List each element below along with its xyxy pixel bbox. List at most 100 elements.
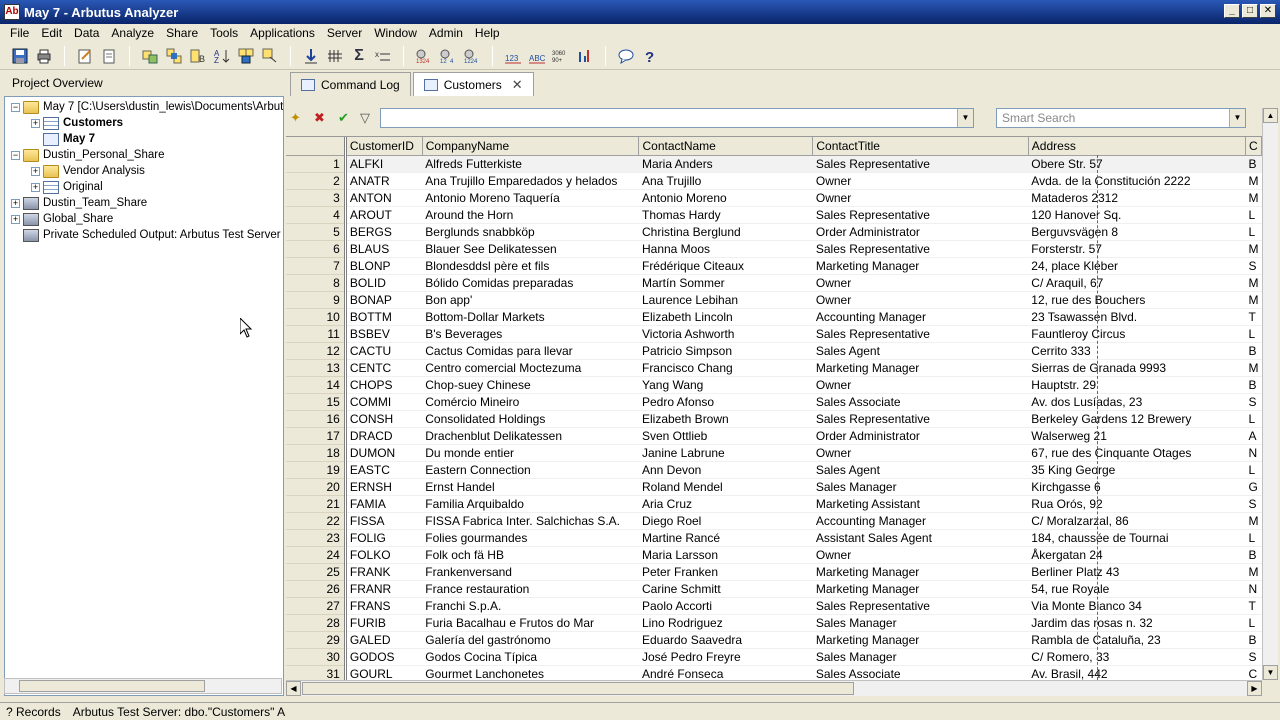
grid-cell[interactable]: Via Monte Bianco 34 — [1028, 597, 1246, 615]
scroll-left-icon[interactable]: ◀ — [286, 681, 301, 696]
tree-item-private-output[interactable]: Private Scheduled Output: Arbutus Test S… — [23, 227, 281, 243]
grid-cell[interactable]: BONAP — [345, 291, 423, 309]
grid-cell[interactable]: Yang Wang — [638, 376, 813, 394]
grid-cell[interactable]: Furia Bacalhau e Frutos do Mar — [422, 614, 639, 632]
menu-edit[interactable]: Edit — [35, 26, 68, 40]
grid-cell[interactable]: Marketing Manager — [812, 257, 1029, 275]
grid-cell[interactable]: Gourmet Lanchonetes — [422, 665, 639, 680]
duplicates-icon[interactable]: 1224 — [462, 46, 482, 66]
collapse-toggle[interactable]: − — [11, 150, 20, 160]
grid-cell[interactable]: Chop-suey Chinese — [422, 376, 639, 394]
tree-item-customers[interactable]: + Customers — [31, 115, 123, 131]
column-header[interactable]: ContactName — [638, 137, 814, 156]
grid-cell[interactable]: FOLKO — [345, 546, 423, 564]
table-row[interactable]: 9 BONAP Bon app' Laurence Lebihan Owner 12, r… — [286, 291, 1262, 309]
grid-cell[interactable]: Drachenblut Delikatessen — [422, 427, 639, 445]
grid-cell[interactable]: GOURL — [345, 665, 423, 680]
grid-cell[interactable]: 120 Hanover Sq. — [1028, 206, 1246, 224]
table-row[interactable]: 13 CENTC Centro comercial Moctezuma Francis… — [286, 359, 1262, 377]
row-number[interactable]: 7 — [286, 257, 347, 275]
table-row[interactable]: 29 GALED Galería del gastrónomo Eduardo Saa… — [286, 631, 1262, 649]
grid-cell[interactable]: B — [1245, 376, 1262, 394]
grid-cell[interactable]: B — [1245, 155, 1262, 173]
grid-cell[interactable]: Owner — [812, 546, 1029, 564]
grid-cell[interactable]: Janine Labrune — [638, 444, 813, 462]
menu-admin[interactable]: Admin — [423, 26, 469, 40]
filter-apply-icon[interactable]: ✔ — [338, 110, 349, 126]
row-number[interactable]: 5 — [286, 223, 347, 241]
grid-cell[interactable]: CENTC — [345, 359, 423, 377]
grid-cell[interactable]: L — [1245, 614, 1262, 632]
grid-cell[interactable]: Av. dos Lusíadas, 23 — [1028, 393, 1246, 411]
grid-cell[interactable]: Blauer See Delikatessen — [422, 240, 639, 258]
grid-cell[interactable]: BOLID — [345, 274, 423, 292]
menu-share[interactable]: Share — [160, 26, 204, 40]
grid-cell[interactable]: Ernst Handel — [422, 478, 639, 496]
grid-cell[interactable]: L — [1245, 410, 1262, 428]
grid-cell[interactable]: T — [1245, 308, 1262, 326]
close-button[interactable]: ✕ — [1260, 4, 1276, 18]
grid-cell[interactable]: ALFKI — [345, 155, 423, 173]
expand-toggle[interactable]: + — [31, 118, 40, 128]
grid-cell[interactable]: Av. Brasil, 442 — [1028, 665, 1246, 680]
grid-cell[interactable]: Maria Anders — [638, 155, 813, 173]
grid-cell[interactable]: Bólido Comidas preparadas — [422, 274, 639, 292]
grid-cell[interactable]: Bon app' — [422, 291, 639, 309]
join-icon[interactable] — [164, 46, 184, 66]
grid-cell[interactable]: Berkeley Gardens 12 Brewery — [1028, 410, 1246, 428]
grid-cell[interactable]: C/ Romero, 33 — [1028, 648, 1246, 666]
table-row[interactable]: 28 FURIB Furia Bacalhau e Frutos do Mar Lin… — [286, 614, 1262, 632]
row-number[interactable]: 26 — [286, 580, 347, 598]
row-number[interactable]: 6 — [286, 240, 347, 258]
grid-cell[interactable]: Owner — [812, 189, 1029, 207]
grid-cell[interactable]: Sales Representative — [812, 240, 1029, 258]
grid-cell[interactable]: Antonio Moreno Taquería — [422, 189, 639, 207]
filter-add-icon[interactable]: ✦ — [290, 110, 301, 126]
grid-cell[interactable]: EASTC — [345, 461, 423, 479]
row-number[interactable]: 15 — [286, 393, 347, 411]
grid-cell[interactable]: CHOPS — [345, 376, 423, 394]
grid-cell[interactable]: Godos Cocina Típica — [422, 648, 639, 666]
grid-cell[interactable]: Accounting Manager — [812, 512, 1029, 530]
grid-cell[interactable]: M — [1245, 240, 1262, 258]
row-number[interactable]: 30 — [286, 648, 347, 666]
grid-cell[interactable]: Owner — [812, 444, 1029, 462]
table-row[interactable]: 17 DRACD Drachenblut Delikatessen Sven Ottl… — [286, 427, 1262, 445]
row-number[interactable]: 28 — [286, 614, 347, 632]
grid-cell[interactable]: L — [1245, 325, 1262, 343]
print-icon[interactable] — [34, 46, 54, 66]
row-number[interactable]: 11 — [286, 325, 347, 343]
grid-cell[interactable]: Alfreds Futterkiste — [422, 155, 639, 173]
grid-cell[interactable]: 67, rue des Cinquante Otages — [1028, 444, 1246, 462]
age-icon[interactable]: 3060 90+ — [551, 46, 571, 66]
grid-cell[interactable]: Owner — [812, 274, 1029, 292]
grid-cell[interactable]: FRANR — [345, 580, 423, 598]
benford-icon[interactable] — [575, 46, 595, 66]
grid-cell[interactable]: ANTON — [345, 189, 423, 207]
grid-cell[interactable]: Mataderos 2312 — [1028, 189, 1246, 207]
expand-toggle[interactable]: + — [31, 166, 40, 176]
row-number[interactable]: 1 — [286, 155, 347, 173]
grid-cell[interactable]: 35 King George — [1028, 461, 1246, 479]
tab-command-log[interactable]: Command Log — [290, 72, 411, 96]
grid-cell[interactable]: Sales Manager — [812, 648, 1029, 666]
grid-cell[interactable]: A — [1245, 427, 1262, 445]
table-row[interactable]: 22 FISSA FISSA Fabrica Inter. Salchichas S… — [286, 512, 1262, 530]
grid-cell[interactable]: Martín Sommer — [638, 274, 813, 292]
grid-cell[interactable]: Maria Larsson — [638, 546, 813, 564]
grid-cell[interactable]: Owner — [812, 376, 1029, 394]
grid-cell[interactable]: BLONP — [345, 257, 423, 275]
grid-cell[interactable]: ERNSH — [345, 478, 423, 496]
row-number[interactable]: 14 — [286, 376, 347, 394]
grid-cell[interactable]: Walserweg 21 — [1028, 427, 1246, 445]
row-number[interactable]: 23 — [286, 529, 347, 547]
row-number[interactable]: 3 — [286, 189, 347, 207]
summarize-icon[interactable]: 123 — [503, 46, 523, 66]
row-number[interactable]: 16 — [286, 410, 347, 428]
table-row[interactable]: 16 CONSH Consolidated Holdings Elizabeth Br… — [286, 410, 1262, 428]
grid-cell[interactable]: Sales Associate — [812, 393, 1029, 411]
grid-cell[interactable]: Patricio Simpson — [638, 342, 813, 360]
row-number[interactable]: 25 — [286, 563, 347, 581]
grid-cell[interactable]: AROUT — [345, 206, 423, 224]
table-row[interactable]: 25 FRANK Frankenversand Peter Franken Market… — [286, 563, 1262, 581]
